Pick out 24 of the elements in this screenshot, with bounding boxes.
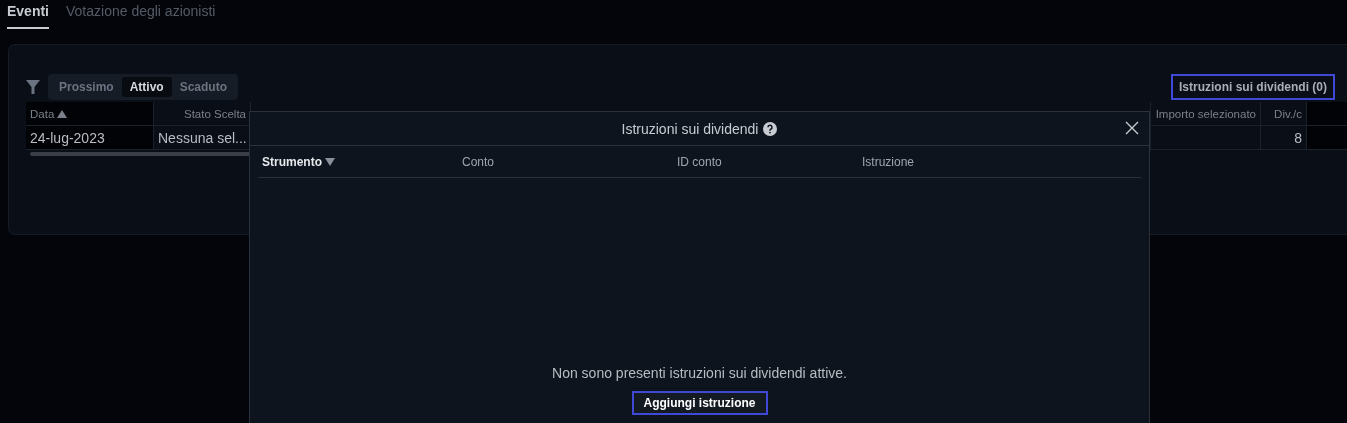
filter-button[interactable]: Scaduto xyxy=(171,77,236,97)
add-instruction-button[interactable]: Aggiungi istruzione xyxy=(631,391,768,415)
column-header[interactable]: Strumento xyxy=(262,154,462,169)
close-button[interactable] xyxy=(1123,119,1141,137)
column-label: ID conto xyxy=(677,154,722,169)
empty-message: Non sono presenti istruzioni sui dividendi attive. xyxy=(552,365,847,381)
column-label: Conto xyxy=(462,154,495,169)
filter-icon xyxy=(26,80,40,94)
dialog-title: Istruzioni sui dividendi xyxy=(621,120,759,137)
column-header[interactable]: Importo selezionato xyxy=(1151,102,1261,126)
column-label: Data xyxy=(30,107,55,120)
column-header[interactable]: Data xyxy=(26,102,154,126)
instructions-button[interactable]: Istruzioni sui dividendi (0) xyxy=(1171,74,1335,100)
filter-button[interactable]: Prossimo xyxy=(51,77,122,97)
column-header[interactable]: Conto xyxy=(462,154,677,169)
column-label: Istruzione xyxy=(862,154,915,169)
scrollbar[interactable] xyxy=(30,152,250,156)
column-header[interactable]: ID conto xyxy=(677,154,862,169)
filter-button[interactable]: Attivo xyxy=(121,77,172,97)
table-cell: 24-lug-2023 xyxy=(26,126,154,150)
column-label: Strumento xyxy=(262,154,322,169)
column-header[interactable]: Istruzione xyxy=(862,154,1141,169)
tab[interactable]: Eventi xyxy=(7,3,49,29)
help-icon[interactable] xyxy=(763,121,778,136)
